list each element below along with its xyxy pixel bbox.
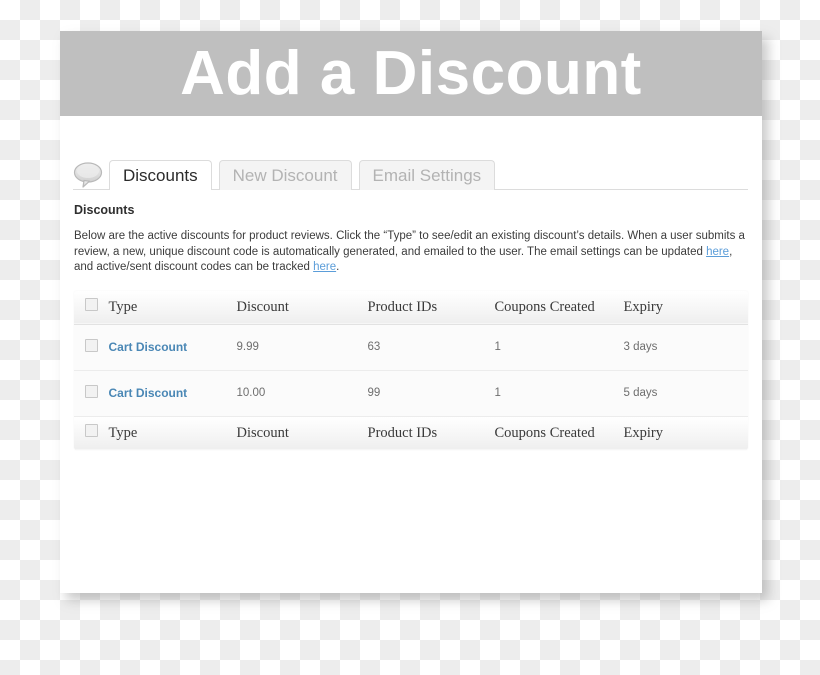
footer-header-product-ids[interactable]: Product IDs [367,415,495,450]
tab-new-discount-label: New Discount [232,166,338,185]
tab-bar: Discounts New Discount Email Settings [60,160,762,190]
select-all-checkbox-footer[interactable] [85,424,98,437]
speech-bubble-icon [73,161,103,189]
cell-coupons-created: 1 [494,324,624,371]
cell-product-ids: 99 [367,370,495,417]
intro-text-part-3: . [336,261,340,273]
cell-product-ids: 63 [367,324,495,371]
column-header-type[interactable]: Type [108,290,237,325]
page-title: Add a Discount [180,38,642,108]
tab-discounts-label: Discounts [123,166,198,185]
discount-type-link[interactable]: Cart Discount [109,340,188,354]
cell-type[interactable]: Cart Discount [108,324,237,371]
row-checkbox[interactable] [85,385,98,398]
cell-type[interactable]: Cart Discount [108,370,237,417]
cell-expiry: 5 days [623,370,748,417]
footer-header-expiry[interactable]: Expiry [623,415,748,450]
track-codes-link[interactable]: here [313,261,336,273]
tab-new-discount[interactable]: New Discount [218,160,352,190]
discount-panel-card: Add a Discount Discounts New Discount Em… [60,31,762,593]
select-all-cell[interactable] [74,290,109,325]
table-header-row: Type Discount Product IDs Coupons Create… [74,290,748,325]
column-header-coupons-created[interactable]: Coupons Created [494,290,624,325]
panel-content: Discounts New Discount Email Settings Di… [60,160,762,451]
table-row[interactable]: Cart Discount 10.00 99 1 5 days [74,370,748,417]
cell-discount: 9.99 [236,324,368,371]
tab-discounts[interactable]: Discounts [109,160,212,190]
column-header-discount[interactable]: Discount [236,290,368,325]
footer-header-type[interactable]: Type [108,415,237,450]
select-all-cell-footer[interactable] [74,415,109,450]
page-title-bar: Add a Discount [60,31,762,116]
tab-email-settings-label: Email Settings [372,166,482,185]
select-all-checkbox[interactable] [85,298,98,311]
table-row[interactable]: Cart Discount 9.99 63 1 3 days [74,324,748,371]
intro-text-part-1: Below are the active discounts for produ… [74,230,745,258]
cell-coupons-created: 1 [494,370,624,417]
row-select-cell[interactable] [74,324,109,371]
intro-paragraph: Below are the active discounts for produ… [74,229,752,276]
discounts-table: Type Discount Product IDs Coupons Create… [73,289,749,451]
section-heading: Discounts [74,203,135,217]
discount-type-link[interactable]: Cart Discount [109,386,188,400]
footer-header-discount[interactable]: Discount [236,415,368,450]
footer-header-coupons-created[interactable]: Coupons Created [494,415,624,450]
table-footer-row: Type Discount Product IDs Coupons Create… [74,415,748,450]
cell-expiry: 3 days [623,324,748,371]
cell-discount: 10.00 [236,370,368,417]
row-select-cell[interactable] [74,370,109,417]
email-settings-link[interactable]: here [706,246,729,258]
column-header-product-ids[interactable]: Product IDs [367,290,495,325]
tab-email-settings[interactable]: Email Settings [358,160,496,190]
row-checkbox[interactable] [85,339,98,352]
column-header-expiry[interactable]: Expiry [623,290,748,325]
